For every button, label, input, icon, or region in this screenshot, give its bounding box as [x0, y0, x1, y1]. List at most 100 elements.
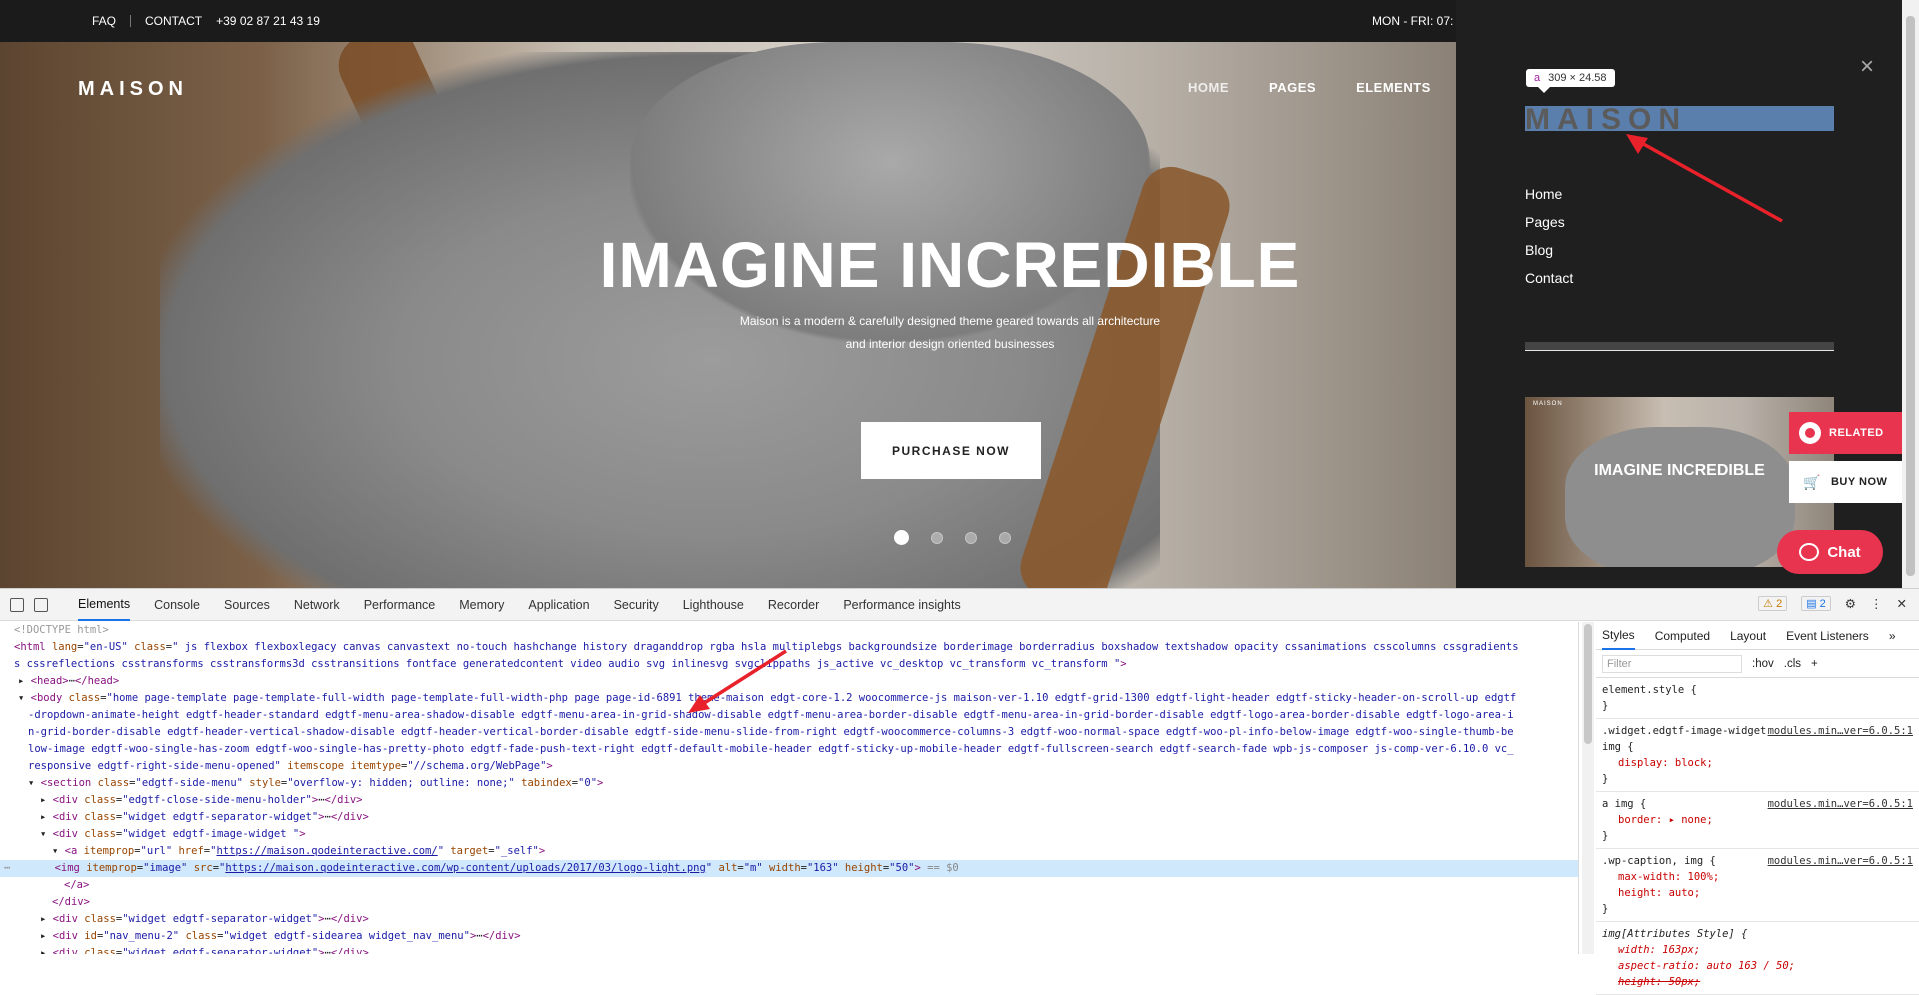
site-logo[interactable]: MAISON	[78, 78, 188, 101]
inspect-icon[interactable]	[10, 597, 24, 612]
tab-network[interactable]: Network	[294, 589, 340, 621]
tab-lighthouse[interactable]: Lighthouse	[683, 589, 744, 621]
rule-property[interactable]: height: auto;	[1602, 885, 1913, 901]
separator	[1525, 342, 1834, 351]
tab-performance[interactable]: Performance	[364, 589, 436, 621]
dom-line[interactable]: </div>	[0, 894, 1578, 911]
warnings-badge[interactable]: ⚠ 2	[1758, 596, 1788, 611]
dom-line[interactable]: ▾ <a itemprop="url" href="https://maison…	[0, 843, 1578, 860]
styles-filter-input[interactable]: Filter	[1602, 654, 1742, 673]
style-rule[interactable]: modules.min…ver=6.0.5:1 a img { border: …	[1596, 792, 1919, 849]
tab-layout[interactable]: Layout	[1730, 629, 1766, 643]
dom-line[interactable]: ▸ <div class="widget edgtf-separator-wid…	[0, 911, 1578, 928]
tooltip-tag: a	[1534, 72, 1541, 84]
rule-source-link[interactable]: modules.min…ver=6.0.5:1	[1768, 853, 1913, 869]
dom-line[interactable]: s cssreflections csstransforms csstransf…	[0, 656, 1578, 673]
tab-memory[interactable]: Memory	[459, 589, 504, 621]
nav-home[interactable]: HOME	[1188, 80, 1229, 95]
dom-line[interactable]: ▸ <div class="widget edgtf-separator-wid…	[0, 809, 1578, 826]
dom-line[interactable]: n-grid-border-disable edgtf-header-verti…	[0, 724, 1578, 741]
elements-scrollbar[interactable]	[1582, 622, 1594, 954]
style-rule[interactable]: element.style { }	[1596, 678, 1919, 719]
dom-line[interactable]: -dropdown-animate-height edgtf-header-st…	[0, 707, 1578, 724]
close-icon[interactable]: ×	[1860, 53, 1874, 81]
related-label: RELATED	[1829, 427, 1884, 439]
tab-elements[interactable]: Elements	[78, 589, 131, 621]
device-toggle-icon[interactable]	[34, 597, 48, 612]
hov-toggle[interactable]: :hov	[1752, 658, 1774, 670]
tab-application[interactable]: Application	[528, 589, 589, 621]
faq-link[interactable]: FAQ	[92, 14, 116, 28]
chat-icon	[1799, 543, 1820, 561]
side-menu-item-blog[interactable]: Blog	[1525, 242, 1573, 258]
buy-now-button[interactable]: 🛒 BUY NOW	[1789, 461, 1902, 503]
rule-source-link[interactable]: modules.min…ver=6.0.5:1	[1768, 796, 1913, 812]
elements-scrollbar-thumb[interactable]	[1584, 624, 1592, 744]
dom-line[interactable]: responsive edgtf-right-side-menu-opened"…	[0, 758, 1578, 775]
devtools-toolbar-right: ⚠ 2 ▤ 2 ⚙ ⋮ ✕	[1758, 596, 1907, 611]
elements-tree: <!DOCTYPE html> <html lang="en-US" class…	[0, 622, 1579, 954]
business-hours: MON - FRI: 07:	[1372, 14, 1454, 28]
chat-button[interactable]: Chat	[1777, 530, 1883, 574]
tab-computed[interactable]: Computed	[1655, 629, 1710, 643]
hero-subtitle: Maison is a modern & carefully designed …	[0, 310, 1456, 356]
contact-link[interactable]: CONTACT	[145, 14, 202, 28]
dom-line[interactable]: low-image edgtf-woo-single-has-zoom edgt…	[0, 741, 1578, 758]
dom-line[interactable]: <html lang="en-US" class=" js flexbox fl…	[0, 639, 1578, 656]
style-rule[interactable]: modules.min…ver=6.0.5:1 .wp-caption, img…	[1596, 849, 1919, 922]
tab-console[interactable]: Console	[154, 589, 200, 621]
scrollbar-thumb[interactable]	[1906, 16, 1915, 576]
cart-icon: 🛒	[1803, 473, 1821, 490]
settings-icon[interactable]: ⚙	[1845, 596, 1856, 611]
hero-subtitle-line: and interior design oriented businesses	[845, 337, 1055, 351]
messages-badge[interactable]: ▤ 2	[1801, 596, 1831, 611]
dom-line[interactable]: ▸ <head>⋯</head>	[0, 673, 1578, 690]
nav-pages[interactable]: PAGES	[1269, 80, 1316, 95]
close-devtools-icon[interactable]: ✕	[1897, 596, 1907, 611]
slider-dot[interactable]	[999, 531, 1011, 544]
dom-line[interactable]: ▾ <section class="edgtf-side-menu" style…	[0, 775, 1578, 792]
slider-dot[interactable]	[965, 531, 977, 544]
dom-line[interactable]: ▾ <body class="home page-template page-t…	[0, 690, 1578, 707]
hero-headline: IMAGINE INCREDIBLE	[599, 229, 1301, 301]
rule-property[interactable]: border: ▸ none;	[1602, 812, 1913, 828]
tab-security[interactable]: Security	[614, 589, 659, 621]
inspect-tooltip: a 309 × 24.58	[1526, 69, 1615, 93]
nav-elements[interactable]: ELEMENTS	[1356, 80, 1431, 95]
slider-dot[interactable]	[894, 530, 909, 545]
side-menu-logo[interactable]: MAISON	[1525, 103, 1687, 137]
slider-dot[interactable]	[931, 531, 943, 544]
purchase-now-button[interactable]: PURCHASE NOW	[861, 422, 1041, 479]
top-bar-left: FAQ CONTACT +39 02 87 21 43 19	[92, 14, 320, 28]
style-rule[interactable]: modules.min…ver=6.0.5:1 .widget.edgtf-im…	[1596, 719, 1919, 792]
more-tabs-icon[interactable]: »	[1889, 629, 1896, 643]
side-menu-item-contact[interactable]: Contact	[1525, 270, 1573, 286]
dom-line[interactable]: </a>	[0, 877, 1578, 894]
side-menu-item-pages[interactable]: Pages	[1525, 214, 1573, 230]
rule-property[interactable]: max-width: 100%;	[1602, 869, 1913, 885]
related-button[interactable]: RELATED	[1789, 412, 1902, 454]
tab-performance-insights[interactable]: Performance insights	[843, 589, 960, 621]
tab-recorder[interactable]: Recorder	[768, 589, 819, 621]
rule-property[interactable]: display: block;	[1602, 755, 1913, 771]
dom-line[interactable]: ▸ <div id="nav_menu-2" class="widget edg…	[0, 928, 1578, 945]
phone-number: +39 02 87 21 43 19	[216, 14, 320, 28]
page-scrollbar[interactable]	[1902, 0, 1919, 588]
add-rule-icon[interactable]: +	[1811, 658, 1818, 670]
dom-line[interactable]: ▸ <div class="edgtf-close-side-menu-hold…	[0, 792, 1578, 809]
tab-styles[interactable]: Styles	[1602, 622, 1635, 650]
dom-line-selected[interactable]: ⋯ <img itemprop="image" src="https://mai…	[0, 860, 1578, 877]
cls-toggle[interactable]: .cls	[1784, 658, 1801, 670]
side-menu-item-home[interactable]: Home	[1525, 186, 1573, 202]
tab-sources[interactable]: Sources	[224, 589, 270, 621]
devtools-toolbar: Elements Console Sources Network Perform…	[0, 589, 1919, 621]
tab-event-listeners[interactable]: Event Listeners	[1786, 629, 1869, 643]
rule-property[interactable]: aspect-ratio: auto 163 / 50;	[1602, 958, 1913, 974]
dom-line[interactable]: <!DOCTYPE html>	[0, 622, 1578, 639]
more-options-icon[interactable]: ⋮	[1870, 596, 1883, 611]
dom-line[interactable]: ▾ <div class="widget edgtf-image-widget …	[0, 826, 1578, 843]
rule-property-overridden[interactable]: height: 50px;	[1602, 974, 1913, 990]
rule-property[interactable]: width: 163px;	[1602, 942, 1913, 958]
rule-source-link[interactable]: modules.min…ver=6.0.5:1	[1768, 723, 1913, 739]
style-rule[interactable]: img[Attributes Style] { width: 163px; as…	[1596, 922, 1919, 995]
